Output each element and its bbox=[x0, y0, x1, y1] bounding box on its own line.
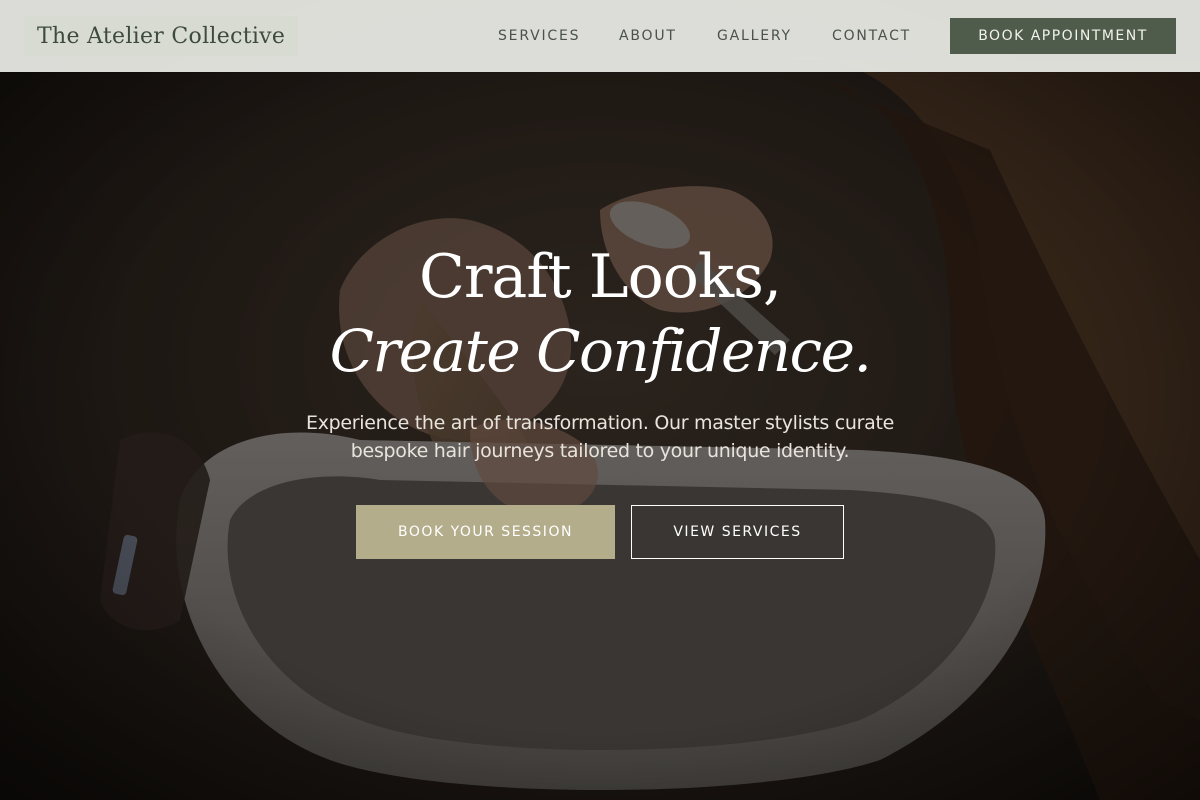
hero-headline-line1: Craft Looks, bbox=[418, 242, 782, 312]
book-appointment-button[interactable]: BOOK APPOINTMENT bbox=[950, 18, 1176, 54]
nav-link-services[interactable]: SERVICES bbox=[498, 26, 580, 46]
hero-tagline-line2: bespoke hair journeys tailored to your u… bbox=[350, 440, 850, 462]
hero-headline-line2: Create Confidence. bbox=[329, 317, 872, 385]
hero-tagline-line1: Experience the art of transformation. Ou… bbox=[306, 412, 894, 434]
hero-tagline: Experience the art of transformation. Ou… bbox=[270, 409, 930, 465]
view-services-button[interactable]: VIEW SERVICES bbox=[631, 505, 844, 559]
nav-link-about[interactable]: ABOUT bbox=[619, 26, 677, 46]
nav-link-contact[interactable]: CONTACT bbox=[832, 26, 911, 46]
hero-background-image bbox=[0, 0, 1200, 800]
book-session-button[interactable]: BOOK YOUR SESSION bbox=[356, 505, 615, 559]
site-header: The Atelier Collective SERVICES ABOUT GA… bbox=[0, 0, 1200, 72]
site-logo[interactable]: The Atelier Collective bbox=[24, 16, 299, 56]
nav-link-gallery[interactable]: GALLERY bbox=[717, 26, 792, 46]
